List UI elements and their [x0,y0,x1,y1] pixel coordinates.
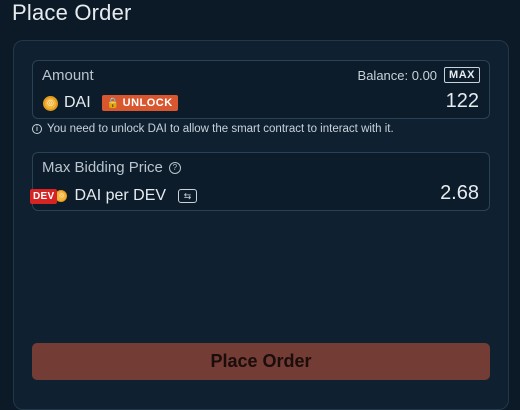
info-icon: i [32,124,42,134]
balance-text: Balance: 0.00 [357,67,438,83]
price-label-group: Max Bidding Price ? [42,159,181,176]
max-button[interactable]: MAX [444,67,480,83]
unlock-notice: i You need to unlock DAI to allow the sm… [32,123,394,135]
notice-text: You need to unlock DAI to allow the smar… [47,123,394,135]
unlock-label: UNLOCK [122,97,173,109]
dai-coin-icon: ◎ [55,190,68,202]
amount-input[interactable]: 122 [446,90,479,113]
swap-icon[interactable]: ⇆ [178,189,198,203]
lock-icon: 🔒 [106,97,120,109]
price-input[interactable]: 2.68 [440,182,479,205]
token-row: ◎ DAI 🔒 UNLOCK [43,94,178,112]
dai-coin-icon: ◎ [43,95,58,111]
amount-card: Amount Balance: 0.00 MAX ◎ DAI 🔒 UNLOCK … [32,60,490,119]
price-pair-row: DEV ◎ DAI per DEV ⇆ [30,187,198,205]
page-title: Place Order [12,0,132,25]
price-label: Max Bidding Price [42,159,163,176]
balance-group: Balance: 0.00 MAX [358,67,480,83]
place-order-button[interactable]: Place Order [32,343,490,380]
pair-name: DAI per DEV [74,187,167,204]
dev-badge: DEV [30,188,58,204]
amount-label: Amount [42,67,94,84]
price-card: Max Bidding Price ? DEV ◎ DAI per DEV ⇆ … [30,152,490,211]
unlock-button[interactable]: 🔒 UNLOCK [101,95,178,111]
token-name: DAI [64,94,91,111]
help-icon[interactable]: ? [168,161,181,174]
